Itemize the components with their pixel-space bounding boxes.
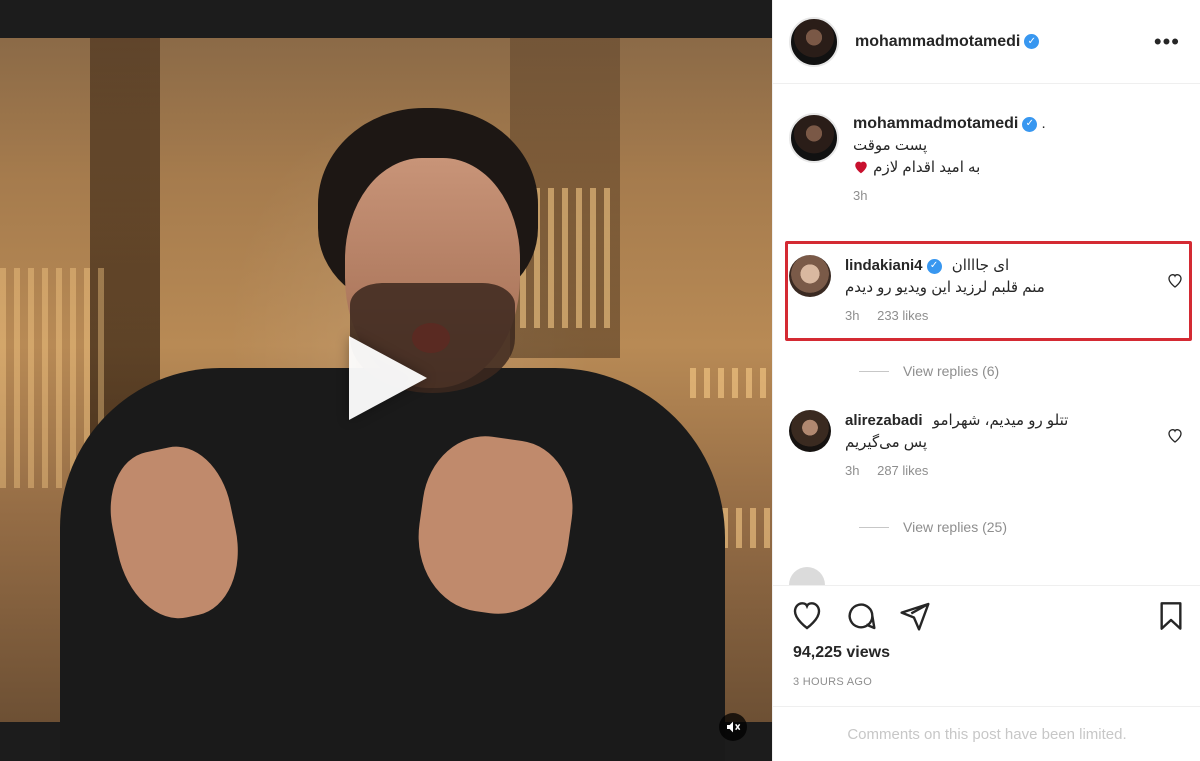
- caption-line-1: پست موقت: [853, 137, 928, 154]
- header-user: mohammadmotamedi ✓: [855, 33, 1040, 51]
- heart-emoji-icon: [855, 161, 867, 174]
- verified-icon: ✓: [1022, 116, 1038, 132]
- caption-body: mohammadmotamedi ✓ . پست موقت به امید اقد…: [853, 113, 1189, 207]
- comments-list[interactable]: mohammadmotamedi ✓ . پست موقت به امید اقد…: [773, 85, 1200, 585]
- comment-body: lindakiani4 ✓ ای جاااان منم قلبم لرزید ای…: [845, 255, 1189, 327]
- comment-text-line-1: ای جاااان: [951, 257, 1010, 274]
- share-icon[interactable]: [899, 600, 931, 632]
- post-time[interactable]: 3 HOURS AGO: [793, 676, 872, 688]
- video-player[interactable]: [0, 0, 772, 761]
- post-actions: 94,225 views 3 HOURS AGO Comments on thi…: [773, 585, 1200, 761]
- header-username[interactable]: mohammadmotamedi: [855, 33, 1020, 50]
- comment-heart-icon[interactable]: [1167, 273, 1183, 289]
- comment-body: alirezabadi تتلو رو میدیم، شهرامو پس می‌…: [845, 410, 1189, 482]
- post-header: mohammadmotamedi ✓ •••: [773, 0, 1200, 84]
- verified-icon: ✓: [926, 258, 942, 274]
- comment-item: lindakiani4 ✓ ای جاااان منم قلبم لرزید ای…: [789, 255, 1189, 327]
- comments-limited-notice: Comments on this post have been limited.: [773, 706, 1200, 761]
- view-replies-label: View replies (25): [903, 519, 1008, 535]
- avatar[interactable]: [789, 255, 831, 297]
- verified-icon: ✓: [1024, 33, 1040, 49]
- comment-meta: 3h 233 likes: [845, 305, 1189, 327]
- view-replies-button[interactable]: View replies (25): [859, 519, 1007, 535]
- view-replies-button[interactable]: View replies (6): [859, 363, 999, 379]
- caption-meta: 3h: [853, 185, 1189, 207]
- view-replies-label: View replies (6): [903, 363, 1000, 379]
- comment-text-line-2: منم قلبم لرزید این ویدیو رو دیدم: [845, 279, 1045, 296]
- comment-item: alirezabadi تتلو رو میدیم، شهرامو پس می‌…: [789, 410, 1189, 482]
- background-lights: [690, 368, 772, 398]
- caption-line-2-row: به امید اقدام لازم: [853, 157, 1189, 179]
- divider: [859, 526, 889, 528]
- comment-heart-icon[interactable]: [1167, 428, 1183, 444]
- mute-icon[interactable]: [719, 713, 747, 741]
- avatar: [789, 567, 825, 585]
- heart-icon[interactable]: [791, 600, 823, 632]
- divider: [859, 370, 889, 372]
- play-icon[interactable]: [349, 336, 427, 420]
- partially-hidden-comment: [789, 567, 1189, 585]
- comment-username[interactable]: alirezabadi: [845, 412, 923, 429]
- views-count[interactable]: 94,225 views: [793, 644, 890, 662]
- comment-time[interactable]: 3h: [845, 463, 859, 478]
- post-panel: mohammadmotamedi ✓ ••• mohammadmotamedi ✓ …: [772, 0, 1200, 761]
- caption-time[interactable]: 3h: [853, 188, 867, 203]
- more-icon[interactable]: •••: [1154, 30, 1180, 53]
- comment-text-line-1: تتلو رو میدیم، شهرامو: [932, 412, 1069, 429]
- comment-meta: 3h 287 likes: [845, 460, 1189, 482]
- comment-likes[interactable]: 233 likes: [877, 308, 928, 323]
- comment-likes[interactable]: 287 likes: [877, 463, 928, 478]
- avatar[interactable]: [789, 410, 831, 452]
- avatar[interactable]: [789, 113, 839, 163]
- action-icons: [791, 600, 931, 632]
- comment-username[interactable]: lindakiani4: [845, 257, 923, 274]
- caption: mohammadmotamedi ✓ . پست موقت به امید اقد…: [789, 113, 1189, 207]
- comment-icon[interactable]: [845, 600, 877, 632]
- caption-username[interactable]: mohammadmotamedi: [853, 115, 1018, 132]
- comment-text-line-2: پس می‌گیریم: [845, 434, 928, 451]
- avatar[interactable]: [789, 16, 839, 67]
- comment-time[interactable]: 3h: [845, 308, 859, 323]
- bookmark-icon[interactable]: [1155, 600, 1187, 632]
- caption-line-2: به امید اقدام لازم: [873, 159, 981, 176]
